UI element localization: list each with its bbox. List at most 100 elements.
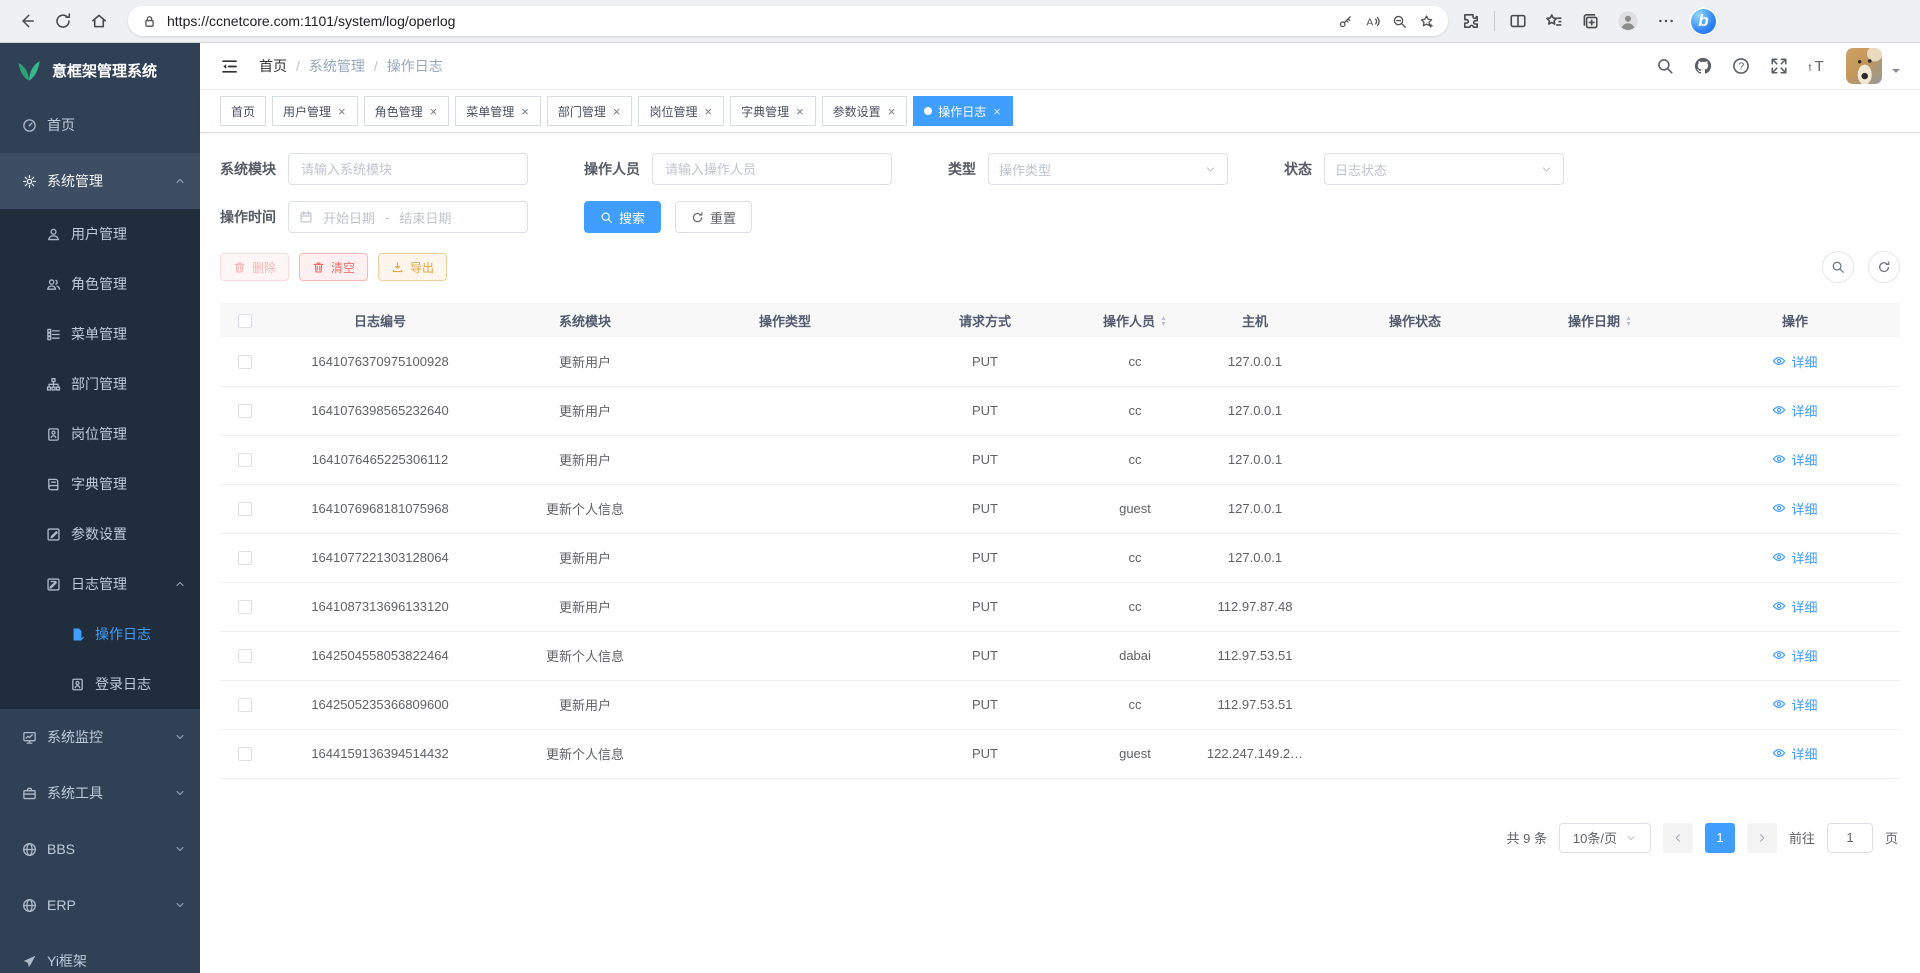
user-avatar[interactable] <box>1846 48 1882 84</box>
help-icon[interactable]: ? <box>1732 57 1750 75</box>
row-checkbox[interactable] <box>238 502 252 516</box>
tab-dict-mgmt[interactable]: 字典管理× <box>730 96 816 126</box>
close-icon[interactable]: × <box>992 104 1002 119</box>
tab-oper-log[interactable]: 操作日志× <box>913 96 1013 126</box>
cell-action: 详细 <box>1690 680 1900 729</box>
split-screen-icon[interactable] <box>1505 8 1531 34</box>
fullscreen-icon[interactable] <box>1770 57 1788 75</box>
browser-profile-icon[interactable] <box>1613 6 1643 36</box>
sidebar-item-erp[interactable]: ERP <box>0 877 200 933</box>
prev-page-button[interactable] <box>1663 823 1693 853</box>
close-icon[interactable]: × <box>429 104 439 119</box>
tab-dept-mgmt[interactable]: 部门管理× <box>547 96 633 126</box>
font-size-icon[interactable]: tT <box>1808 57 1826 75</box>
sidebar-item-bbs[interactable]: BBS <box>0 821 200 877</box>
sidebar-item-menu-mgmt[interactable]: 菜单管理 <box>0 309 200 359</box>
sort-carets[interactable]: ▲▼ <box>1625 316 1632 328</box>
close-icon[interactable]: × <box>612 104 622 119</box>
close-icon[interactable]: × <box>887 104 897 119</box>
close-icon[interactable]: × <box>703 104 713 119</box>
sidebar-item-role-mgmt[interactable]: 角色管理 <box>0 259 200 309</box>
table-refresh-button[interactable] <box>1868 251 1900 283</box>
detail-link[interactable]: 详细 <box>1772 450 1817 469</box>
detail-link[interactable]: 详细 <box>1772 597 1817 616</box>
page-1-button[interactable]: 1 <box>1705 823 1735 853</box>
chevron-down-icon[interactable] <box>1892 69 1900 77</box>
bing-chat-icon[interactable]: b <box>1689 7 1718 36</box>
sidebar-item-param-settings[interactable]: 参数设置 <box>0 509 200 559</box>
row-checkbox[interactable] <box>238 747 252 761</box>
detail-link[interactable]: 详细 <box>1772 744 1817 763</box>
row-checkbox[interactable] <box>238 453 252 467</box>
date-range-picker[interactable]: 开始日期 - 结束日期 <box>288 201 528 233</box>
browser-reload-icon[interactable] <box>50 8 76 34</box>
url-text[interactable]: https://ccnetcore.com:1101/system/log/op… <box>167 13 1328 29</box>
sidebar-item-post-mgmt[interactable]: 岗位管理 <box>0 409 200 459</box>
sidebar-item-user-mgmt[interactable]: 用户管理 <box>0 209 200 259</box>
detail-link[interactable]: 详细 <box>1772 548 1817 567</box>
row-checkbox[interactable] <box>238 698 252 712</box>
operator-input[interactable] <box>652 153 892 185</box>
sort-carets[interactable]: ▲▼ <box>1160 316 1167 328</box>
sidebar-item-dict-mgmt[interactable]: 字典管理 <box>0 459 200 509</box>
sidebar-item-home[interactable]: 首页 <box>0 97 200 153</box>
tab-param-settings[interactable]: 参数设置× <box>822 96 908 126</box>
favorite-add-icon[interactable] <box>1417 12 1436 31</box>
detail-link[interactable]: 详细 <box>1772 499 1817 518</box>
close-icon[interactable]: × <box>337 104 347 119</box>
module-input[interactable] <box>288 153 528 185</box>
tab-post-mgmt[interactable]: 岗位管理× <box>638 96 724 126</box>
breadcrumb-item[interactable]: 首页 <box>259 56 287 76</box>
password-key-icon[interactable] <box>1336 12 1355 31</box>
zoom-out-icon[interactable] <box>1390 12 1409 31</box>
close-icon[interactable]: × <box>795 104 805 119</box>
sidebar-item-dept-mgmt[interactable]: 部门管理 <box>0 359 200 409</box>
delete-button[interactable]: 删除 <box>220 253 289 281</box>
tab-home[interactable]: 首页 <box>220 96 266 126</box>
close-icon[interactable]: × <box>520 104 530 119</box>
row-checkbox[interactable] <box>238 551 252 565</box>
github-icon[interactable] <box>1694 57 1712 75</box>
favorites-icon[interactable] <box>1541 8 1567 34</box>
sidebar-item-yi-framework[interactable]: Yi框架 <box>0 933 200 973</box>
goto-page-input[interactable] <box>1827 823 1873 853</box>
select-all-checkbox[interactable] <box>238 314 252 328</box>
more-options-icon[interactable] <box>1653 8 1679 34</box>
sidebar-item-system-mgmt[interactable]: 系统管理 <box>0 153 200 209</box>
sidebar-item-log-mgmt[interactable]: 日志管理 <box>0 559 200 609</box>
type-select[interactable]: 操作类型 <box>988 153 1228 185</box>
row-checkbox[interactable] <box>238 355 252 369</box>
browser-back-icon[interactable] <box>14 8 40 34</box>
search-button[interactable]: 搜索 <box>584 201 661 233</box>
status-select[interactable]: 日志状态 <box>1324 153 1564 185</box>
column-header-operator[interactable]: 操作人员▲▼ <box>1080 303 1190 337</box>
detail-link[interactable]: 详细 <box>1772 646 1817 665</box>
clear-button[interactable]: 清空 <box>299 253 368 281</box>
collections-icon[interactable] <box>1577 8 1603 34</box>
tab-user-mgmt[interactable]: 用户管理× <box>272 96 358 126</box>
extensions-icon[interactable] <box>1458 8 1484 34</box>
detail-link[interactable]: 详细 <box>1772 695 1817 714</box>
tab-role-mgmt[interactable]: 角色管理× <box>364 96 450 126</box>
sidebar-fold-icon[interactable] <box>220 57 239 76</box>
next-page-button[interactable] <box>1747 823 1777 853</box>
page-size-select[interactable]: 10条/页 <box>1559 823 1651 853</box>
export-button[interactable]: 导出 <box>378 253 447 281</box>
reset-button[interactable]: 重置 <box>675 201 752 233</box>
row-checkbox[interactable] <box>238 600 252 614</box>
row-checkbox[interactable] <box>238 649 252 663</box>
detail-link[interactable]: 详细 <box>1772 401 1817 420</box>
detail-link[interactable]: 详细 <box>1772 352 1817 371</box>
tab-menu-mgmt[interactable]: 菜单管理× <box>455 96 541 126</box>
browser-home-icon[interactable] <box>86 8 112 34</box>
sidebar-item-login-log[interactable]: 登录日志 <box>0 659 200 709</box>
search-icon[interactable] <box>1656 57 1674 75</box>
sidebar-item-oper-log[interactable]: 操作日志 <box>0 609 200 659</box>
table-search-button[interactable] <box>1822 251 1854 283</box>
read-aloud-icon[interactable]: A <box>1363 12 1382 31</box>
sidebar-item-tools[interactable]: 系统工具 <box>0 765 200 821</box>
row-checkbox[interactable] <box>238 404 252 418</box>
sidebar-item-monitor[interactable]: 系统监控 <box>0 709 200 765</box>
address-bar[interactable]: https://ccnetcore.com:1101/system/log/op… <box>128 6 1448 36</box>
column-header-date[interactable]: 操作日期▲▼ <box>1510 303 1690 337</box>
